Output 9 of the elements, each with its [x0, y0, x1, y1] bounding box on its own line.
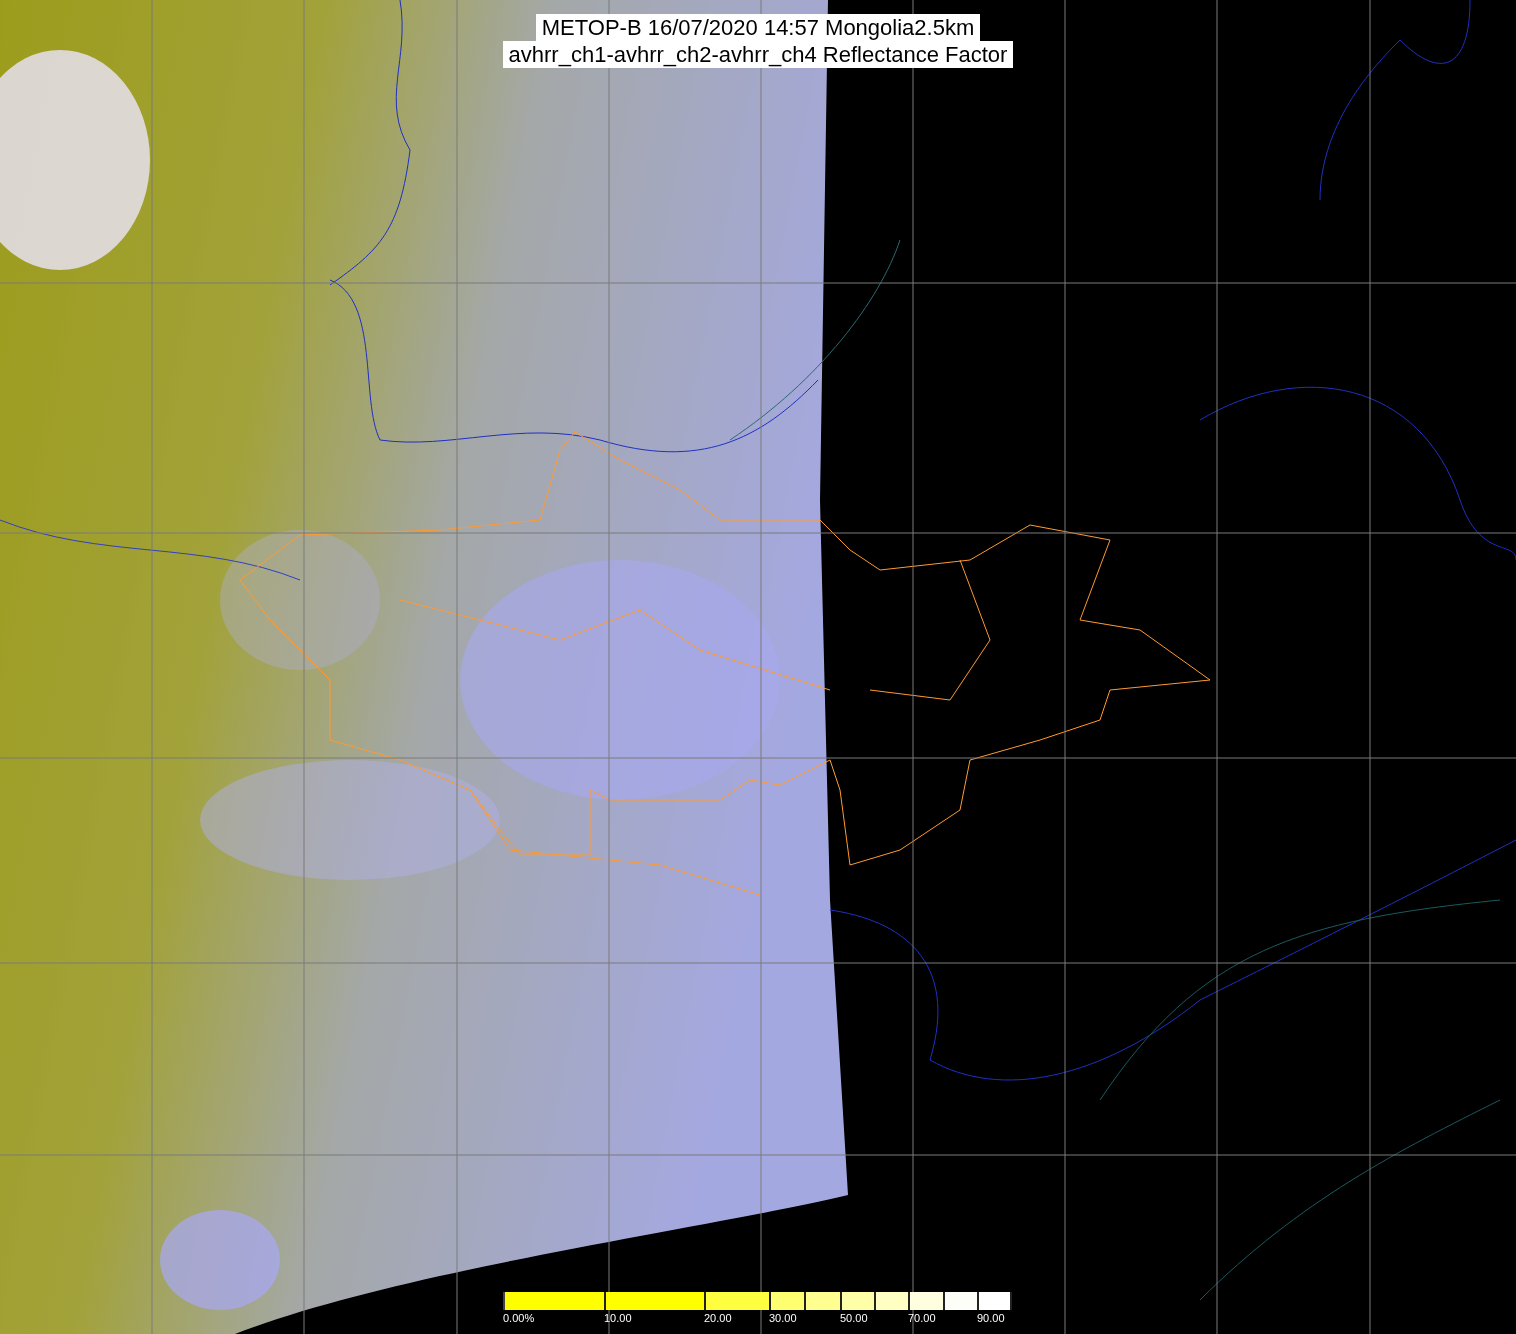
scale-label: 50.00 — [840, 1312, 868, 1325]
scale-label: 0.00% — [503, 1312, 535, 1325]
scale-label: 20.00 — [704, 1312, 732, 1325]
scale-label: 70.00 — [908, 1312, 936, 1325]
map-title: avhrr_ch1-avhrr_ch2-avhrr_ch4 Reflectance Factor — [502, 41, 1014, 68]
scale-label: 90.00 — [977, 1312, 1005, 1325]
scale-label: 30.00 — [769, 1312, 797, 1325]
map-title: METOP-B 16/07/2020 14:57 Mongolia2.5km — [535, 14, 981, 41]
scale-label: 10.00 — [604, 1312, 632, 1325]
